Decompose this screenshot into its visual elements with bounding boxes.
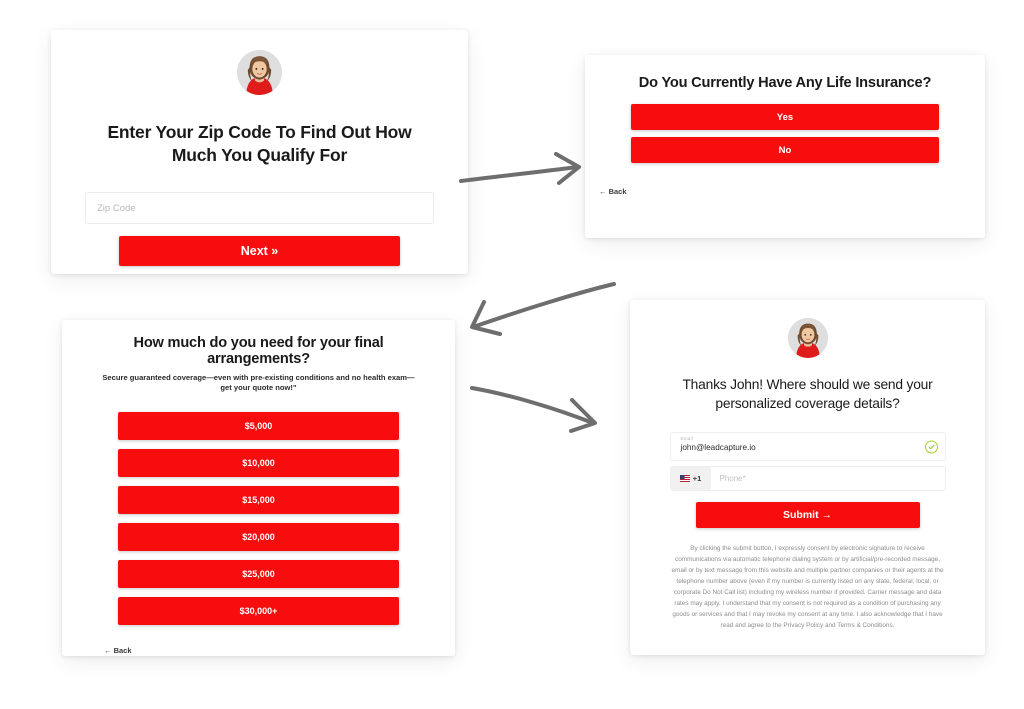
arrow-zip-to-insurance (459, 152, 581, 185)
coverage-amount-options: $5,000 $10,000 $15,000 $20,000 $25,000 $… (90, 411, 427, 625)
back-link[interactable]: ← Back (104, 646, 132, 655)
page-title: How much do you need for your final arra… (133, 335, 384, 367)
answer-no-button[interactable]: No (631, 137, 939, 163)
agent-avatar (237, 50, 282, 95)
flow-diagram: Enter Your Zip Code To Find Out How Much… (0, 0, 1024, 709)
arrow-amount-to-contact (470, 386, 597, 433)
amount-option-10000[interactable]: $10,000 (118, 448, 399, 477)
us-flag-icon (679, 475, 690, 483)
submit-button[interactable]: Submit → (695, 502, 920, 529)
card-coverage-amount-step: How much do you need for your final arra… (62, 320, 455, 656)
amount-option-15000[interactable]: $15,000 (118, 485, 399, 514)
amount-option-5000[interactable]: $5,000 (118, 411, 399, 440)
card-contact-details-step: Thanks John! Where should we send your p… (630, 300, 985, 655)
country-code-selector[interactable]: +1 (670, 467, 711, 491)
phone-field[interactable]: +1 (669, 466, 946, 492)
next-button[interactable]: Next » (119, 236, 400, 267)
agent-avatar (787, 318, 828, 358)
country-code-label: +1 (692, 474, 702, 484)
amount-option-30000-plus[interactable]: $30,000+ (118, 596, 399, 625)
email-field-value: john@leadcapture.io (680, 443, 756, 453)
page-title: Do You Currently Have Any Life Insurance… (638, 75, 932, 91)
amount-option-20000[interactable]: $20,000 (118, 522, 399, 551)
back-link[interactable]: ← Back (599, 187, 627, 196)
phone-input[interactable] (710, 467, 945, 491)
page-title: Thanks John! Where should we send your p… (682, 377, 933, 411)
email-field[interactable]: Email john@leadcapture.io (669, 432, 946, 462)
card-zip-code-step: Enter Your Zip Code To Find Out How Much… (51, 30, 468, 274)
legal-consent-text: By clicking the submit button, I express… (671, 545, 944, 630)
page-title: Enter Your Zip Code To Find Out How Much… (107, 122, 412, 166)
card-existing-insurance-step: Do You Currently Have Any Life Insurance… (585, 55, 985, 238)
email-field-label: Email (680, 436, 693, 442)
answer-yes-button[interactable]: Yes (631, 104, 939, 130)
zip-code-input[interactable] (85, 192, 434, 225)
arrow-insurance-to-amount (470, 282, 616, 336)
amount-option-25000[interactable]: $25,000 (118, 559, 399, 588)
page-subtitle: Secure guaranteed coverage—even with pre… (102, 373, 415, 393)
check-circle-icon (924, 440, 938, 454)
